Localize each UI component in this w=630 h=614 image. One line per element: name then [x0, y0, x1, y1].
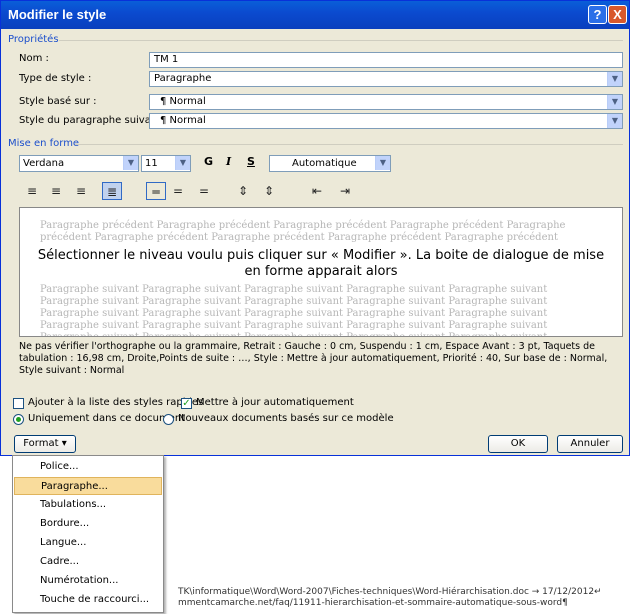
menu-item-cadre[interactable]: Cadre... [14, 553, 162, 571]
type-select[interactable]: Paragraphe ▼ [149, 71, 623, 87]
align-center-icon[interactable]: ≡ [46, 182, 66, 200]
new-documents-label: Nouveaux documents basés sur ce modèle [178, 413, 394, 424]
base-label: Style basé sur : [19, 96, 97, 107]
menu-item-bordure[interactable]: Bordure... [14, 515, 162, 533]
modify-style-dialog: Modifier le style ? X Propriétés Nom : T… [0, 0, 630, 456]
one-half-spacing-icon[interactable]: = [168, 182, 188, 200]
format-menu: Police... Paragraphe... Tabulations... B… [12, 455, 164, 613]
align-left-icon[interactable]: ≡ [22, 182, 42, 200]
justify-icon[interactable]: ≣ [102, 182, 122, 200]
title-bar: Modifier le style ? X [1, 1, 629, 29]
bold-button[interactable]: G [204, 155, 213, 168]
preview-previous-paragraph: Paragraphe précédent Paragraphe précéden… [40, 220, 566, 243]
nom-input[interactable]: TM 1 [149, 52, 623, 68]
section-proprietes: Propriétés [8, 34, 59, 45]
size-value: 11 [145, 158, 158, 169]
new-documents-radio[interactable] [163, 414, 174, 425]
menu-item-police[interactable]: Police... [14, 458, 162, 476]
decrease-indent-icon[interactable]: ⇤ [307, 182, 327, 200]
increase-indent-icon[interactable]: ⇥ [335, 182, 355, 200]
add-quick-styles-checkbox[interactable] [13, 398, 24, 409]
nom-label: Nom : [19, 53, 49, 64]
divider [59, 40, 623, 41]
auto-update-label: Mettre à jour automatiquement [196, 397, 354, 408]
base-select[interactable]: ¶ Normal ▼ [149, 94, 623, 110]
doc-url-line: mmentcamarche.net/faq/11911-hierarchisat… [178, 598, 568, 608]
dialog-title: Modifier le style [8, 7, 107, 22]
chevron-down-icon[interactable]: ▼ [607, 114, 622, 128]
type-label: Type de style : [19, 73, 92, 84]
size-select[interactable]: 11 ▼ [141, 155, 191, 172]
auto-update-checkbox[interactable]: ✓ [181, 398, 192, 409]
color-value: Automatique [292, 158, 357, 169]
double-spacing-icon[interactable]: = [194, 182, 214, 200]
base-value: ¶ Normal [160, 96, 206, 107]
single-spacing-icon[interactable]: ═ [146, 182, 166, 200]
only-this-document-label: Uniquement dans ce document [28, 413, 186, 424]
section-mise-en-forme: Mise en forme [8, 138, 80, 149]
suivant-value: ¶ Normal [160, 115, 206, 126]
underline-button[interactable]: S [247, 155, 255, 168]
doc-path-line: TK\informatique\Word\Word-2007\Fiches-te… [178, 587, 602, 597]
space-before-icon[interactable]: ⇕ [233, 182, 253, 200]
space-after-icon[interactable]: ⇕ [259, 182, 279, 200]
font-select[interactable]: Verdana ▼ [19, 155, 139, 172]
format-button[interactable]: Format ▾ [14, 435, 76, 453]
divider [75, 144, 623, 145]
cancel-button[interactable]: Annuler [557, 435, 623, 453]
font-value: Verdana [23, 158, 65, 169]
help-button[interactable]: ? [588, 5, 607, 24]
style-preview: Paragraphe précédent Paragraphe précéden… [19, 207, 623, 337]
color-select[interactable]: Automatique ▼ [269, 155, 391, 172]
chevron-down-icon[interactable]: ▼ [175, 156, 190, 170]
menu-item-tabulations[interactable]: Tabulations... [14, 496, 162, 514]
style-description: Ne pas vérifier l'orthographe ou la gram… [19, 341, 608, 376]
suivant-label: Style du paragraphe suivant : [19, 115, 168, 126]
menu-item-langue[interactable]: Langue... [14, 534, 162, 552]
chevron-down-icon[interactable]: ▼ [607, 72, 622, 86]
align-right-icon[interactable]: ≡ [71, 182, 91, 200]
ok-button[interactable]: OK [488, 435, 548, 453]
add-quick-styles-label: Ajouter à la liste des styles rapides [28, 397, 204, 408]
preview-next-paragraph: Paragraphe suivant Paragraphe suivant Pa… [40, 284, 548, 336]
close-button[interactable]: X [608, 5, 627, 24]
only-this-document-radio[interactable] [13, 414, 24, 425]
menu-item-raccourci[interactable]: Touche de raccourci... [14, 591, 162, 609]
chevron-down-icon[interactable]: ▼ [375, 156, 390, 170]
preview-paragraph: Sélectionner le niveau voulu puis clique… [37, 248, 605, 279]
type-value: Paragraphe [154, 73, 212, 84]
suivant-select[interactable]: ¶ Normal ▼ [149, 113, 623, 129]
menu-item-paragraphe[interactable]: Paragraphe... [14, 477, 162, 495]
menu-item-numerotation[interactable]: Numérotation... [14, 572, 162, 590]
chevron-down-icon[interactable]: ▼ [123, 156, 138, 170]
chevron-down-icon[interactable]: ▼ [607, 95, 622, 109]
italic-button[interactable]: I [226, 155, 231, 168]
